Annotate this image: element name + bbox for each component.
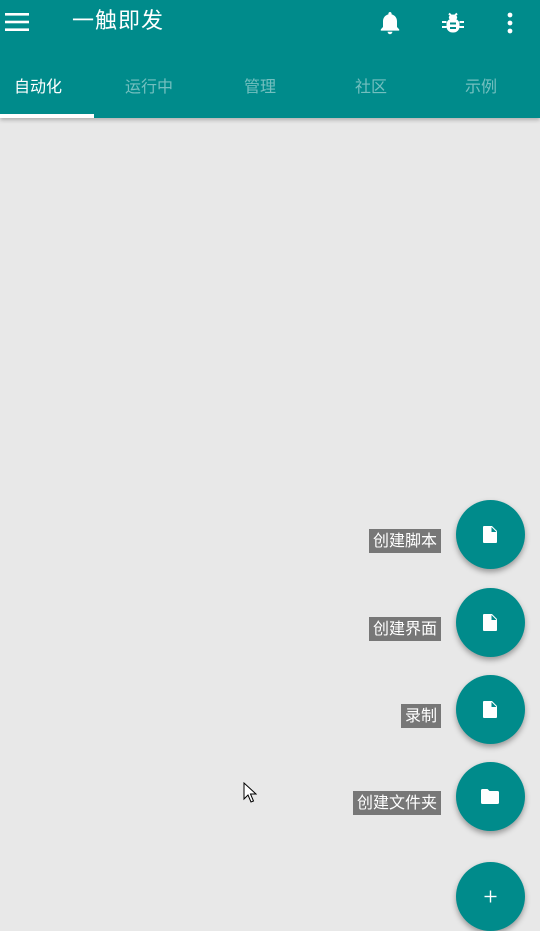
plus-icon bbox=[484, 890, 497, 903]
create-script-button[interactable] bbox=[456, 500, 525, 569]
bug-icon bbox=[442, 12, 464, 33]
create-ui-label[interactable]: 创建界面 bbox=[368, 617, 441, 641]
create-folder-label[interactable]: 创建文件夹 bbox=[352, 791, 441, 815]
tab-indicator bbox=[0, 114, 94, 118]
tab-automation[interactable]: 自动化 bbox=[0, 64, 92, 118]
file-icon bbox=[483, 701, 497, 718]
create-ui-button[interactable] bbox=[456, 588, 525, 657]
create-folder-button[interactable] bbox=[456, 762, 525, 831]
app-title: 一触即发 bbox=[72, 9, 165, 34]
tab-manage[interactable]: 管理 bbox=[206, 64, 314, 118]
more-options-button[interactable] bbox=[490, 4, 530, 44]
menu-icon bbox=[5, 13, 29, 31]
bell-icon bbox=[380, 12, 400, 35]
notifications-button[interactable] bbox=[370, 4, 410, 44]
debug-button[interactable] bbox=[433, 4, 473, 44]
tab-community[interactable]: 社区 bbox=[317, 64, 425, 118]
record-button[interactable] bbox=[456, 675, 525, 744]
tab-running[interactable]: 运行中 bbox=[95, 64, 203, 118]
file-icon bbox=[483, 614, 497, 631]
more-vert-icon bbox=[507, 12, 513, 34]
mouse-pointer-icon bbox=[243, 782, 257, 803]
record-label[interactable]: 录制 bbox=[400, 704, 441, 728]
create-script-label[interactable]: 创建脚本 bbox=[368, 529, 441, 553]
toolbar: 一触即发 bbox=[0, 0, 540, 48]
main-fab-button[interactable] bbox=[456, 862, 525, 931]
tab-examples[interactable]: 示例 bbox=[427, 64, 535, 118]
folder-icon bbox=[481, 789, 499, 804]
menu-button[interactable] bbox=[0, 5, 36, 41]
tab-bar: 自动化 运行中 管理 社区 示例 bbox=[0, 64, 540, 118]
file-icon bbox=[483, 526, 497, 543]
app-bar: 一触即发 自动化 运行中 管理 社区 示例 bbox=[0, 0, 540, 118]
